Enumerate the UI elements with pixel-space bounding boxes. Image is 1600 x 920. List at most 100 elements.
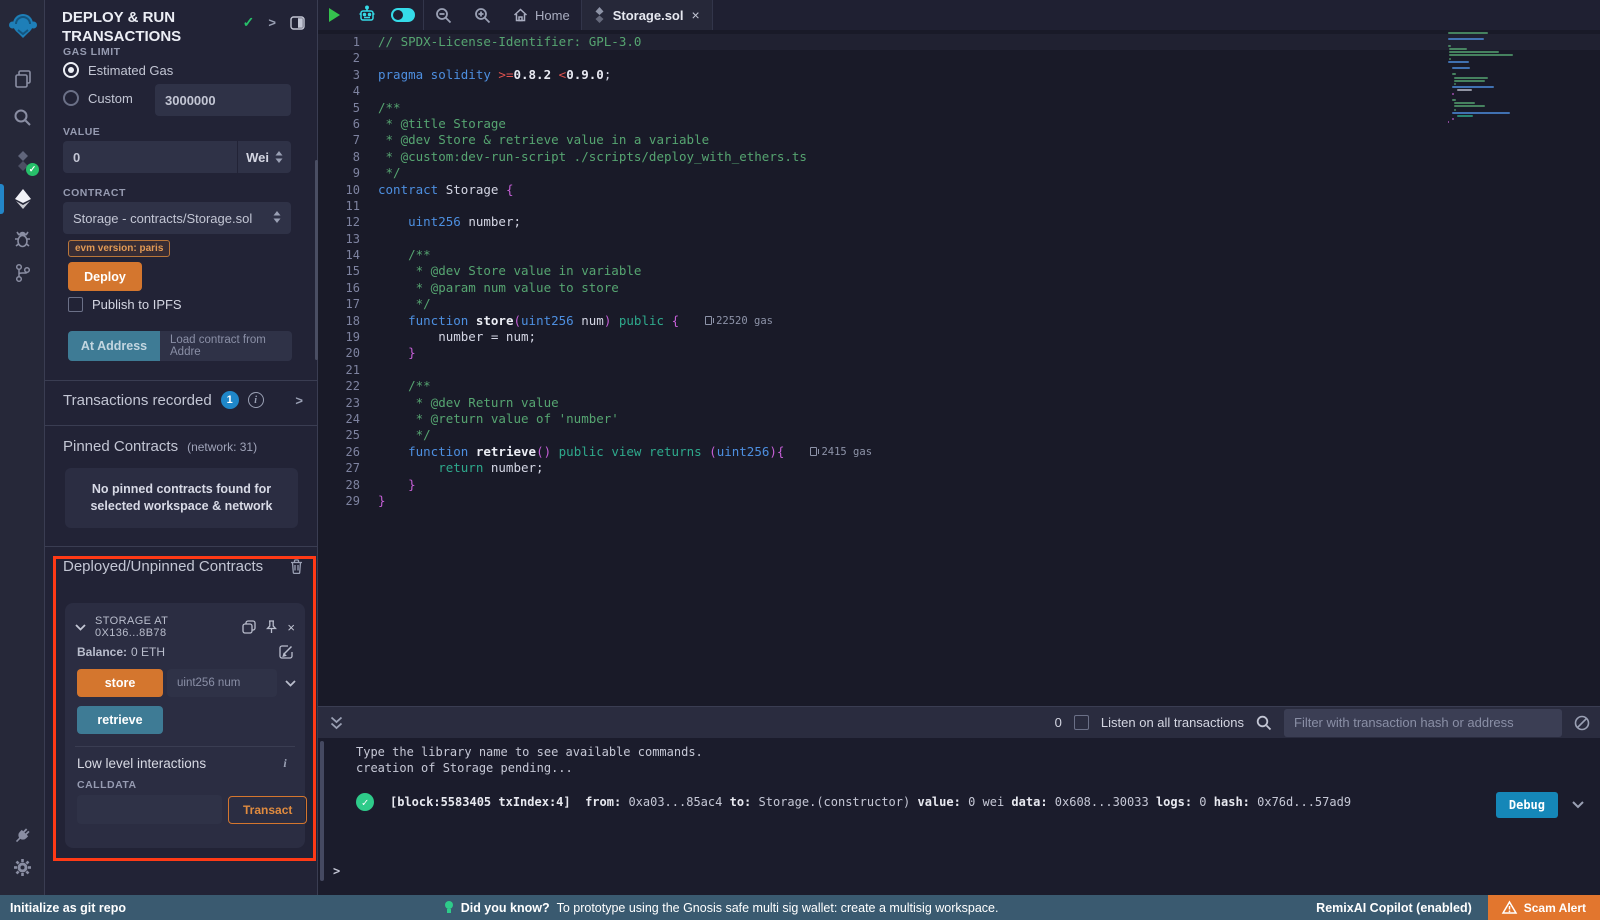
lowlevel-info-icon[interactable]: i [277,755,293,771]
value-unit-select[interactable]: Wei [237,141,291,173]
code-line[interactable]: 20 } [318,345,1600,361]
transact-button[interactable]: Transact [228,796,307,824]
panel-scrollbar[interactable] [315,160,318,360]
collapse-instance-icon[interactable] [75,624,86,631]
file-explorer-icon[interactable] [0,62,45,96]
search-icon[interactable] [0,100,45,134]
terminal-scrollbar[interactable] [320,741,324,881]
search-transactions-icon[interactable] [1256,715,1272,731]
ai-assistant-button[interactable] [351,0,383,30]
remix-logo-icon[interactable] [0,6,45,46]
value-input[interactable]: 0 [63,141,237,173]
at-address-button[interactable]: At Address [68,331,160,361]
at-address-input[interactable]: Load contract from Addre [160,331,292,361]
zoom-out-button[interactable] [424,0,463,30]
store-button[interactable]: store [77,669,163,697]
debug-button[interactable]: Debug [1496,792,1558,818]
code-editor[interactable]: 1// SPDX-License-Identifier: GPL-3.023pr… [318,30,1600,706]
code-line[interactable]: 8 * @custom:dev-run-script ./scripts/dep… [318,149,1600,165]
code-line[interactable]: 28 } [318,477,1600,493]
code-line[interactable]: 24 * @return value of 'number' [318,411,1600,427]
code-line[interactable]: 6 * @title Storage [318,116,1600,132]
code-line[interactable]: 19 number = num; [318,329,1600,345]
close-tab-icon[interactable]: × [691,7,699,23]
code-line[interactable]: 7 * @dev Store & retrieve value in a var… [318,132,1600,148]
transactions-recorded-row[interactable]: Transactions recorded 1 i > [63,391,303,409]
code-line[interactable]: 2 [318,50,1600,66]
code-line[interactable]: 25 */ [318,427,1600,443]
code-line[interactable]: 12 uint256 number; [318,214,1600,230]
code-line[interactable]: 14 /** [318,247,1600,263]
store-arg-input[interactable]: uint256 num [167,669,277,697]
plugin-manager-icon[interactable] [0,818,45,852]
main-area: Home Storage.sol × 1// SPDX-License-Iden… [318,0,1600,895]
panel-expand-icon[interactable]: > [268,15,276,30]
custom-gas-radio[interactable] [63,90,79,106]
code-line[interactable]: 10contract Storage { [318,182,1600,198]
pin-panel-icon[interactable] [290,16,305,30]
code-line[interactable]: 5/** [318,100,1600,116]
code-line[interactable]: 15 * @dev Store value in variable [318,263,1600,279]
debugger-icon[interactable] [0,222,45,256]
code-line[interactable]: 13 [318,231,1600,247]
code-line[interactable]: 22 /** [318,378,1600,394]
estimated-gas-option[interactable]: Estimated Gas [63,62,173,78]
solidity-compiler-icon[interactable]: ✓ [0,144,45,178]
publish-ipfs-option[interactable]: Publish to IPFS [68,297,182,312]
expand-tx-icon[interactable] [1572,801,1584,809]
code-line[interactable]: 23 * @dev Return value [318,395,1600,411]
code-line[interactable]: 11 [318,198,1600,214]
balance-value: 0 ETH [131,645,165,659]
git-icon[interactable] [0,256,45,290]
publish-ipfs-checkbox[interactable] [68,297,83,312]
collapse-terminal-icon[interactable] [330,716,343,730]
zoom-in-button[interactable] [463,0,502,30]
custom-gas-option[interactable]: Custom [63,90,133,106]
expand-args-icon[interactable] [285,680,296,687]
deployed-instance-card: STORAGE AT 0X136...8B78 × Balance: 0 ETH… [65,603,305,848]
terminal[interactable]: Type the library name to see available c… [318,738,1600,895]
code-line[interactable]: 27 return number; [318,460,1600,476]
estimated-gas-radio[interactable] [63,62,79,78]
trash-icon[interactable] [290,559,303,574]
run-script-button[interactable] [318,0,351,30]
info-icon[interactable]: i [248,392,264,408]
tab-storage-sol[interactable]: Storage.sol × [582,0,712,30]
zoom-out-icon [435,7,452,24]
settings-gear-icon[interactable] [0,850,45,884]
deploy-button[interactable]: Deploy [68,262,142,291]
copy-address-icon[interactable] [242,620,256,634]
code-line[interactable]: 29} [318,493,1600,509]
code-line[interactable]: 16 * @param num value to store [318,280,1600,296]
copilot-status[interactable]: RemixAI Copilot (enabled) [1316,901,1488,915]
code-line[interactable]: 3pragma solidity >=0.8.2 <0.9.0; [318,67,1600,83]
solidity-file-icon [594,7,605,23]
clear-console-icon[interactable] [1574,715,1590,731]
close-instance-icon[interactable]: × [287,620,295,635]
retrieve-button[interactable]: retrieve [77,706,163,734]
custom-gas-input[interactable]: 3000000 [155,84,291,116]
transaction-log-row[interactable]: ✓ [block:5583405 txIndex:4] from: 0xa03.… [356,792,1584,818]
filter-input[interactable]: Filter with transaction hash or address [1284,709,1562,737]
copilot-toggle[interactable] [383,0,423,30]
code-line[interactable]: 26 function retrieve() public view retur… [318,444,1600,460]
pin-instance-icon[interactable] [265,620,278,634]
code-line[interactable]: 4 [318,83,1600,99]
code-line[interactable]: 9 */ [318,165,1600,181]
terminal-prompt[interactable]: > [333,864,340,878]
listen-all-checkbox[interactable] [1074,715,1089,730]
code-line[interactable]: 1// SPDX-License-Identifier: GPL-3.0 [318,34,1600,50]
edit-balance-icon[interactable] [279,645,293,659]
calldata-input[interactable] [77,795,222,824]
code-line[interactable]: 21 [318,362,1600,378]
contract-select[interactable]: Storage - contracts/Storage.sol [63,202,291,234]
transactions-expand-icon[interactable]: > [295,393,303,408]
scam-alert-button[interactable]: Scam Alert [1488,895,1600,920]
git-init-button[interactable]: Initialize as git repo [0,901,126,915]
tab-home[interactable]: Home [502,0,581,30]
gas-estimate-hint: 22520 gas [705,313,773,329]
code-line[interactable]: 18 function store(uint256 num) public {2… [318,313,1600,329]
code-line[interactable]: 17 */ [318,296,1600,312]
minimap[interactable] [1448,32,1528,124]
deploy-run-icon[interactable] [0,182,45,216]
